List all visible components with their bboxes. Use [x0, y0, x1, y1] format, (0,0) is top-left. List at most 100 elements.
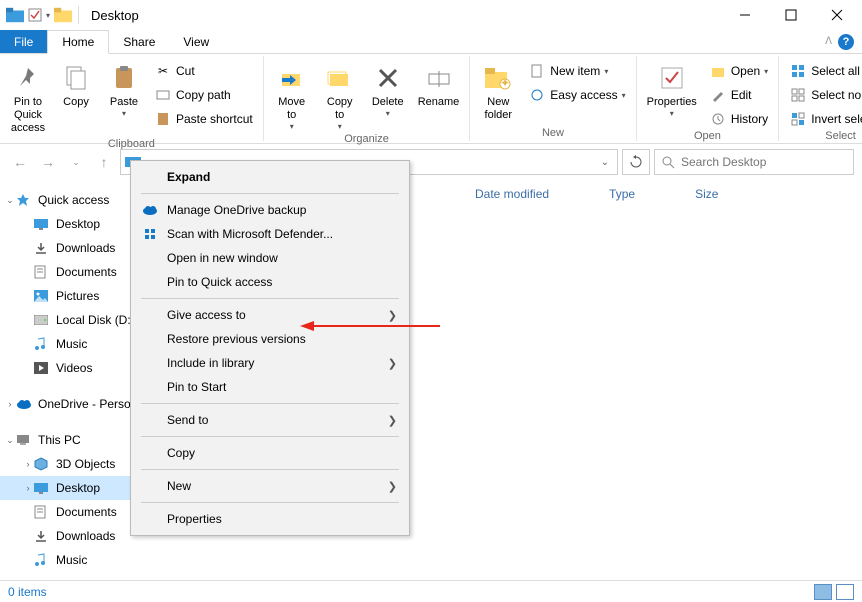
- tree-item-label: This PC: [38, 433, 81, 447]
- quick-access-toolbar: ▾: [2, 7, 72, 23]
- doc-icon: [34, 265, 52, 279]
- desktop-icon: [34, 482, 52, 494]
- icons-view-button[interactable]: [836, 584, 854, 600]
- disk-icon: [34, 315, 52, 325]
- tree-item-label: Downloads: [56, 241, 115, 255]
- minimize-button[interactable]: [722, 0, 768, 30]
- ctx-onedrive-backup[interactable]: Manage OneDrive backup: [133, 198, 407, 222]
- edit-button[interactable]: Edit: [705, 84, 772, 106]
- status-bar: 0 items: [0, 580, 862, 602]
- ctx-open-new-window[interactable]: Open in new window: [133, 246, 407, 270]
- properties-button[interactable]: Properties▾: [643, 60, 701, 120]
- tab-home[interactable]: Home: [47, 30, 109, 54]
- history-button[interactable]: History: [705, 108, 772, 130]
- help-icon[interactable]: ?: [838, 34, 854, 50]
- copy-button[interactable]: Copy: [54, 60, 98, 111]
- tree-item[interactable]: Music: [0, 548, 165, 572]
- tree-item-label: Pictures: [56, 289, 99, 303]
- recent-locations-button[interactable]: ⌄: [64, 150, 88, 174]
- tab-share[interactable]: Share: [109, 30, 169, 53]
- pin-to-quick-access-button[interactable]: Pin to Quick access: [6, 60, 50, 138]
- group-label-open: Open: [643, 130, 773, 144]
- folder-icon: [54, 7, 72, 23]
- select-none-button[interactable]: Select none: [785, 84, 862, 106]
- new-folder-button[interactable]: ✦ New folder: [476, 60, 520, 124]
- select-none-icon: [789, 86, 807, 104]
- breadcrumb-dropdown[interactable]: ⌄: [597, 157, 613, 168]
- ctx-copy[interactable]: Copy: [133, 441, 407, 465]
- easy-access-button[interactable]: Easy access ▾: [524, 84, 629, 106]
- pc-icon: [16, 434, 34, 446]
- ctx-send-to[interactable]: Send to❯: [133, 408, 407, 432]
- expand-icon[interactable]: ›: [22, 483, 34, 493]
- group-label-organize: Organize: [270, 133, 464, 147]
- qat-dropdown[interactable]: ▾: [46, 11, 50, 20]
- close-button[interactable]: [814, 0, 860, 30]
- ribbon-collapse-icon[interactable]: ᐱ: [825, 36, 832, 47]
- tree-item-label: 3D Objects: [56, 457, 115, 471]
- open-button[interactable]: Open ▾: [705, 60, 772, 82]
- annotation-arrow: [300, 320, 440, 332]
- select-all-icon: [789, 62, 807, 80]
- rename-button[interactable]: Rename: [414, 60, 464, 111]
- col-date[interactable]: Date modified: [475, 187, 549, 201]
- ctx-pin-quick-access[interactable]: Pin to Quick access: [133, 270, 407, 294]
- pin-icon: [12, 62, 44, 94]
- expand-icon[interactable]: ⌄: [4, 195, 16, 206]
- tree-item-label: Videos: [56, 361, 92, 375]
- ctx-new[interactable]: New❯: [133, 474, 407, 498]
- copy-to-button[interactable]: Copy to▾: [318, 60, 362, 133]
- copy-path-button[interactable]: Copy path: [150, 84, 257, 106]
- col-type[interactable]: Type: [609, 187, 635, 201]
- tree-item-label: Desktop: [56, 481, 100, 495]
- tree-item-label: Documents: [56, 505, 117, 519]
- divider: [78, 6, 79, 24]
- details-view-button[interactable]: [814, 584, 832, 600]
- ctx-expand[interactable]: Expand: [133, 165, 407, 189]
- paste-button[interactable]: Paste ▾: [102, 60, 146, 120]
- maximize-button[interactable]: [768, 0, 814, 30]
- invert-selection-button[interactable]: Invert selection: [785, 108, 862, 130]
- ctx-defender-scan[interactable]: Scan with Microsoft Defender...: [133, 222, 407, 246]
- tree-item-label: Quick access: [38, 193, 109, 207]
- back-button[interactable]: ←: [8, 150, 32, 174]
- invert-icon: [789, 110, 807, 128]
- delete-icon: [372, 62, 404, 94]
- paste-shortcut-button[interactable]: Paste shortcut: [150, 108, 257, 130]
- search-box[interactable]: [654, 149, 854, 175]
- refresh-button[interactable]: [622, 149, 650, 175]
- video-icon: [34, 362, 52, 374]
- rename-icon: [423, 62, 455, 94]
- copy-to-icon: [324, 62, 356, 94]
- search-input[interactable]: [681, 155, 847, 169]
- new-folder-icon: ✦: [482, 62, 514, 94]
- app-icon: [6, 7, 24, 23]
- tree-item-label: Music: [56, 337, 87, 351]
- context-menu: Expand Manage OneDrive backup Scan with …: [130, 160, 410, 536]
- download-icon: [34, 529, 52, 543]
- tree-item-label: Desktop: [56, 217, 100, 231]
- new-item-button[interactable]: New item ▾: [524, 60, 629, 82]
- tree-item-label: Downloads: [56, 529, 115, 543]
- up-button[interactable]: ↑: [92, 150, 116, 174]
- tree-item-label: Local Disk (D:): [56, 313, 135, 327]
- forward-button[interactable]: →: [36, 150, 60, 174]
- music-icon: [34, 553, 52, 567]
- tab-file[interactable]: File: [0, 30, 47, 53]
- properties-icon[interactable]: [28, 8, 42, 22]
- copy-path-icon: [154, 86, 172, 104]
- ctx-pin-start[interactable]: Pin to Start: [133, 375, 407, 399]
- col-size[interactable]: Size: [695, 187, 718, 201]
- tab-view[interactable]: View: [169, 30, 223, 53]
- edit-icon: [709, 86, 727, 104]
- ctx-include-library[interactable]: Include in library❯: [133, 351, 407, 375]
- cut-button[interactable]: ✂Cut: [150, 60, 257, 82]
- expand-icon[interactable]: ⌄: [4, 435, 16, 446]
- expand-icon[interactable]: ›: [22, 459, 34, 469]
- move-to-icon: [276, 62, 308, 94]
- delete-button[interactable]: Delete▾: [366, 60, 410, 120]
- move-to-button[interactable]: Move to▾: [270, 60, 314, 133]
- expand-icon[interactable]: ›: [4, 399, 16, 409]
- ctx-properties[interactable]: Properties: [133, 507, 407, 531]
- select-all-button[interactable]: Select all: [785, 60, 862, 82]
